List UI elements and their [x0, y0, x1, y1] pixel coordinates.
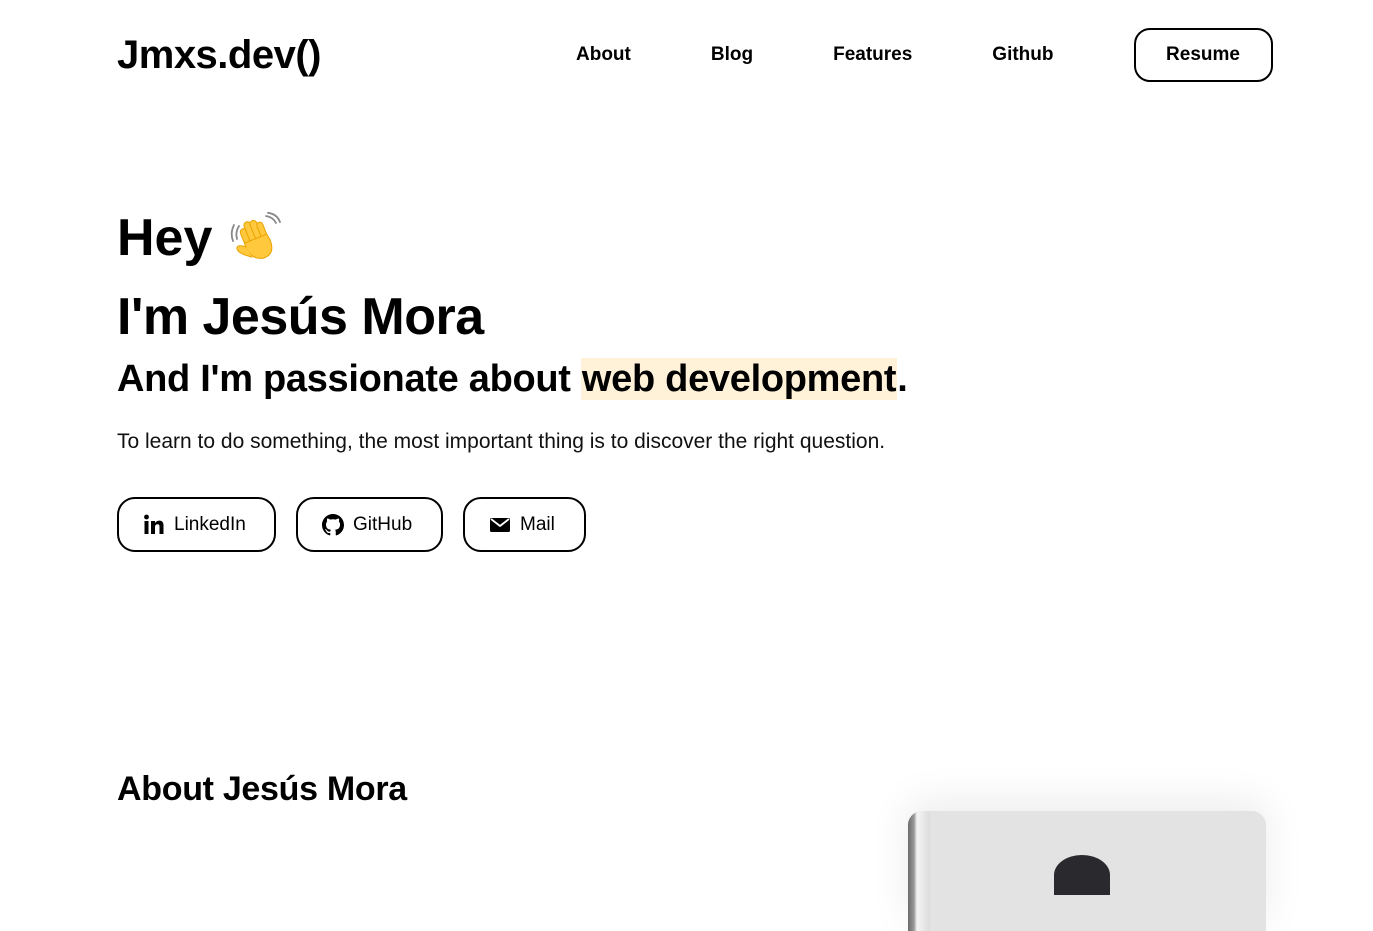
greeting-line: Hey: [117, 205, 1117, 271]
mail-icon: [489, 514, 511, 536]
tagline-highlight: web development: [580, 358, 898, 400]
about-heading: About Jesús Mora: [117, 770, 407, 808]
linkedin-label: LinkedIn: [174, 513, 246, 535]
linkedin-button[interactable]: LinkedIn: [117, 497, 276, 552]
github-label: GitHub: [353, 513, 413, 535]
nav-link-features[interactable]: Features: [833, 44, 912, 66]
photo-frame-edge: [908, 811, 930, 931]
social-links: LinkedIn GitHub Mail: [117, 497, 1117, 552]
quote-text: To learn to do something, the most impor…: [117, 430, 886, 453]
profile-photo-head: [1054, 855, 1110, 895]
tagline-prefix: And I'm passionate about: [117, 358, 581, 400]
name-heading: I'm Jesús Mora: [117, 288, 484, 346]
site-header: Jmxs.dev() About Blog Features Github Re…: [0, 0, 1373, 110]
github-icon: [322, 513, 344, 536]
nav-link-blog[interactable]: Blog: [711, 44, 753, 66]
nav-link-github[interactable]: Github: [992, 44, 1053, 66]
tagline: And I'm passionate about web development…: [117, 355, 1117, 403]
mail-label: Mail: [520, 513, 555, 535]
greeting-text: Hey: [117, 209, 213, 267]
tagline-suffix: .: [897, 358, 908, 400]
mail-button[interactable]: Mail: [463, 497, 586, 552]
profile-photo: [908, 811, 1266, 931]
site-logo[interactable]: Jmxs.dev(): [117, 30, 321, 80]
nav-link-about[interactable]: About: [576, 44, 631, 66]
main-nav: About Blog Features Github Resume: [576, 28, 1273, 82]
resume-button[interactable]: Resume: [1133, 28, 1273, 82]
waving-hand-icon: [230, 211, 282, 264]
github-button[interactable]: GitHub: [296, 497, 443, 552]
hero-section: Hey I'm Jesús Mora And I'm passionate ab…: [117, 205, 1117, 552]
linkedin-icon: [143, 514, 165, 536]
